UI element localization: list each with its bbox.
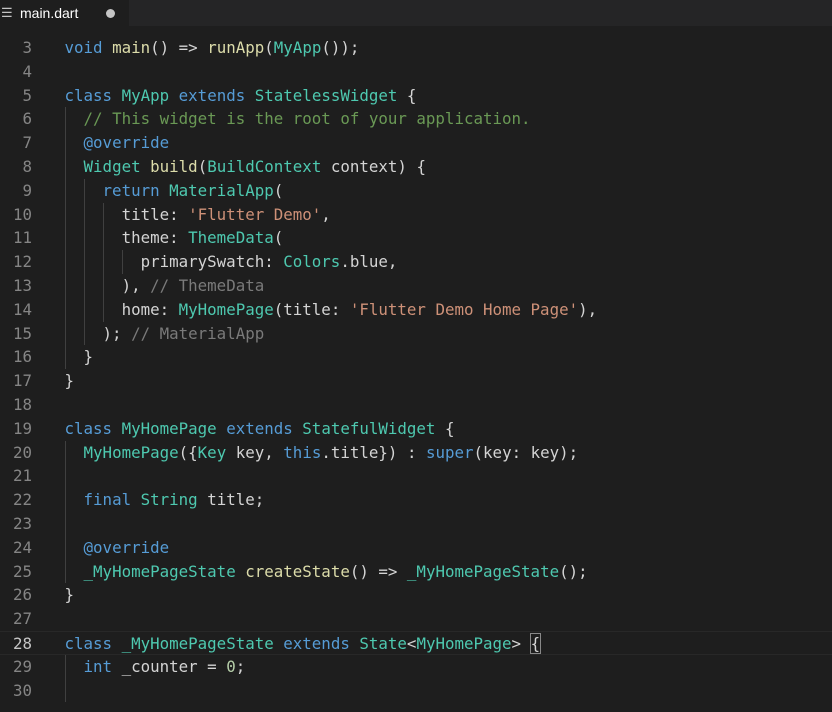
code-line-11[interactable]: 11 theme: ThemeData(: [0, 226, 832, 250]
line-number: 10: [12, 204, 32, 224]
line-code: title: 'Flutter Demo',: [64, 204, 331, 224]
indent-guide: [64, 107, 66, 370]
line-code: _MyHomePageState createState() => _MyHom…: [83, 561, 588, 581]
line-number: 18: [12, 395, 32, 414]
line-code: theme: ThemeData(: [64, 228, 284, 248]
code-line-7[interactable]: 7 @override: [0, 131, 832, 155]
code-line-23[interactable]: 23: [0, 512, 832, 536]
line-code: }: [64, 371, 75, 391]
code-line-3[interactable]: 3 void main() => runApp(MyApp());: [0, 36, 832, 60]
line-code: Widget build(BuildContext context) {: [83, 157, 426, 176]
line-number: 11: [12, 228, 32, 248]
code-line-29[interactable]: 29 int _counter = 0;: [0, 655, 832, 679]
indent-guide: [64, 654, 66, 703]
indent-guide: [102, 202, 104, 322]
line-code: class MyApp extends StatelessWidget {: [64, 85, 417, 105]
line-number: 6: [22, 109, 32, 129]
line-number: 27: [12, 609, 32, 629]
line-code: }: [64, 347, 94, 367]
line-number: 25: [12, 561, 32, 581]
line-number: 17: [12, 371, 32, 391]
line-number: 13: [12, 276, 32, 295]
line-number: 9: [22, 180, 32, 200]
unsaved-dot-icon[interactable]: [106, 8, 115, 18]
indent-guide: [121, 250, 123, 274]
line-number: 5: [22, 85, 32, 105]
line-number: 15: [12, 323, 32, 343]
code-line-26[interactable]: 26}: [0, 583, 832, 607]
code-line-24[interactable]: 24 @override: [0, 536, 832, 560]
line-number: 29: [12, 656, 32, 676]
line-number: 14: [12, 299, 32, 319]
line-number: 21: [12, 466, 32, 486]
code-line-20[interactable]: 20 MyHomePage({Key key, this.title}) : s…: [0, 441, 832, 465]
line-number: 3: [22, 38, 32, 57]
bracket-match: {: [529, 633, 542, 654]
line-code: void main() => runApp(MyApp());: [64, 38, 360, 57]
code-line-22[interactable]: 22 final String title;: [0, 488, 832, 512]
line-number: 4: [22, 61, 32, 81]
line-number: 8: [22, 157, 32, 176]
code-line-19[interactable]: 19 class MyHomePage extends StatefulWidge…: [0, 417, 832, 441]
code-line-15[interactable]: 15 ); // MaterialApp: [0, 322, 832, 346]
line-code: MyHomePage({Key key, this.title}) : supe…: [83, 442, 579, 462]
code-line-6[interactable]: 6 // This widget is the root of your app…: [0, 107, 832, 131]
line-code: class MyHomePage extends StatefulWidget …: [64, 418, 455, 438]
line-number: 23: [12, 514, 32, 533]
line-code: }: [64, 585, 75, 605]
code-line-8[interactable]: 8 Widget build(BuildContext context) {: [0, 155, 832, 179]
code-line-27[interactable]: 27: [0, 607, 832, 631]
line-number: 16: [12, 347, 32, 367]
code-line-17[interactable]: 17}: [0, 369, 832, 393]
line-number: 19: [12, 418, 32, 438]
line-number: 22: [12, 490, 32, 510]
code-line-16[interactable]: 16 }: [0, 345, 832, 369]
code-line-12[interactable]: 12 primarySwatch: Colors.blue,: [0, 250, 832, 274]
code-line-21[interactable]: 21: [0, 464, 832, 488]
line-code: primarySwatch: Colors.blue,: [64, 252, 398, 272]
line-code: @override: [83, 133, 170, 153]
code-line-13[interactable]: 13 ), // ThemeData: [0, 274, 832, 298]
indent-guide: [64, 440, 66, 584]
code-line-28[interactable]: 28 class _MyHomePageState extends State<M…: [0, 631, 832, 655]
code-line-18[interactable]: 18: [0, 393, 832, 417]
line-code: return MaterialApp(: [102, 180, 284, 200]
code-line-30[interactable]: 30: [0, 679, 832, 703]
tab-bar: ☰ main.dart: [0, 0, 832, 26]
tab-filename: main.dart: [20, 5, 79, 21]
line-number: 7: [22, 133, 32, 153]
code-line-14[interactable]: 14 home: MyHomePage(title: 'Flutter Demo…: [0, 298, 832, 322]
code-editor[interactable]: 3 void main() => runApp(MyApp()); 4 5 class …: [0, 36, 832, 712]
line-code: @override: [83, 537, 170, 557]
line-code: final String title;: [83, 490, 265, 510]
line-code: ), // ThemeData: [64, 276, 265, 295]
line-number: 20: [12, 442, 32, 462]
menu-lines-icon: ☰: [1, 5, 13, 20]
line-code: home: MyHomePage(title: 'Flutter Demo Ho…: [64, 299, 598, 319]
line-code: class _MyHomePageState extends State<MyH…: [64, 633, 542, 654]
code-line-4[interactable]: 4: [0, 60, 832, 84]
code-line-25[interactable]: 25 _MyHomePageState createState() => _My…: [0, 560, 832, 584]
code-line-5[interactable]: 5 class MyApp extends StatelessWidget {: [0, 84, 832, 108]
code-line-10[interactable]: 10 title: 'Flutter Demo',: [0, 203, 832, 227]
line-number: 28: [12, 634, 32, 653]
line-code: int _counter = 0;: [83, 656, 246, 676]
line-code: ); // MaterialApp: [64, 323, 265, 343]
line-number: 24: [12, 537, 32, 557]
indent-guide: [83, 178, 85, 346]
tab-main-dart[interactable]: ☰ main.dart: [0, 0, 129, 26]
line-number: 12: [12, 252, 32, 272]
line-number: 26: [12, 585, 32, 605]
line-number: 30: [12, 680, 32, 700]
line-code: // This widget is the root of your appli…: [83, 109, 531, 129]
code-line-9[interactable]: 9 return MaterialApp(: [0, 179, 832, 203]
